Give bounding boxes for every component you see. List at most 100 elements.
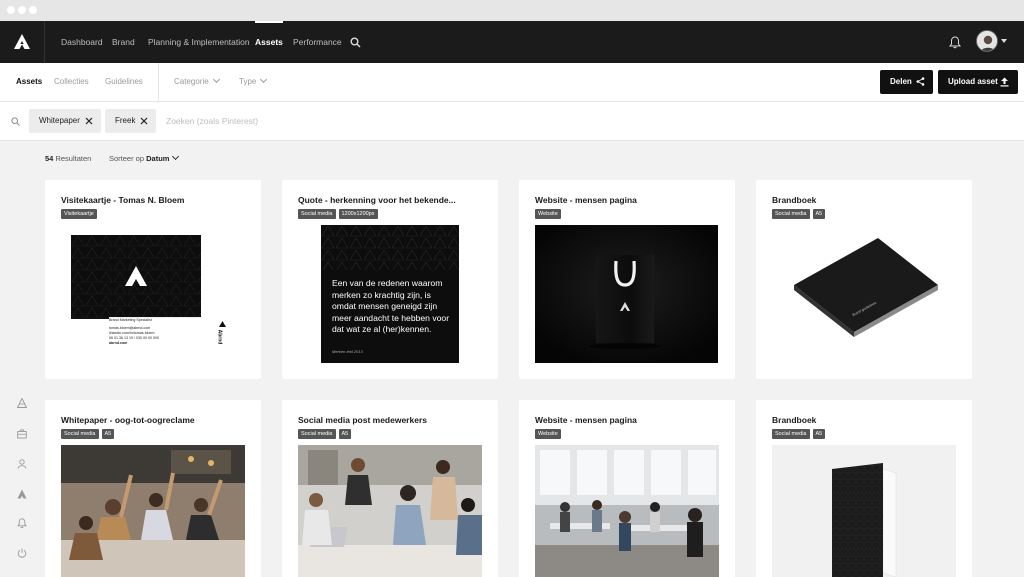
- business-card-brand: Abrnd: [216, 321, 228, 345]
- tag: Website: [535, 209, 561, 219]
- asset-card[interactable]: Brandboek Social media A5 Brand guidelin…: [756, 180, 972, 379]
- card-title: Quote - herkenning voor het bekende...: [298, 195, 456, 205]
- chevron-down-icon: [212, 75, 220, 84]
- team-celebrating-photo: [61, 445, 245, 577]
- quote-text: Een van de redenen waarom merken zo krac…: [332, 278, 450, 335]
- brand-icon[interactable]: [17, 398, 27, 408]
- tag: 1200x1200px: [338, 209, 378, 219]
- filter-chip-freek: Freek: [105, 109, 156, 133]
- bell-icon[interactable]: [17, 518, 27, 528]
- quote-source: Merken leid 2013: [332, 349, 363, 354]
- card-title: Website - mensen pagina: [535, 195, 637, 205]
- business-card-back: Brand Marketing Specialist tomas.bloem@a…: [109, 317, 201, 350]
- sort-dropdown[interactable]: Sorteer op Datum: [109, 152, 180, 163]
- filter-chip-whitepaper: Whitepaper: [29, 109, 101, 133]
- tag: A5: [812, 209, 826, 219]
- card-tags: Social media A5: [772, 429, 826, 439]
- power-icon[interactable]: [17, 548, 27, 558]
- briefcase-icon[interactable]: [17, 429, 27, 439]
- card-tags: Visitekaartje: [61, 209, 97, 219]
- chevron-down-icon: [172, 152, 180, 161]
- tag: Social media: [61, 429, 99, 439]
- avatar[interactable]: [976, 30, 998, 52]
- close-icon[interactable]: [85, 117, 93, 125]
- tag: A5: [338, 429, 352, 439]
- user-photo-icon: [977, 31, 997, 51]
- type-dropdown[interactable]: Type: [239, 63, 268, 101]
- nav-item-dashboard[interactable]: Dashboard: [61, 21, 103, 63]
- window-dot-icon: [29, 6, 37, 14]
- tag: A5: [812, 429, 826, 439]
- share-icon: [916, 77, 925, 86]
- asset-card[interactable]: Social media post medewerkers Social med…: [282, 400, 498, 577]
- quote-thumbnail: Een van de redenen waarom merken zo krac…: [321, 225, 459, 363]
- chevron-down-icon: [260, 75, 268, 84]
- type-label: Type: [239, 77, 257, 86]
- card-site: abrnd.com: [109, 341, 128, 345]
- nav-divider: [44, 21, 45, 63]
- card-tags: Social media 1200x1200px: [298, 209, 378, 219]
- close-icon[interactable]: [140, 117, 148, 125]
- card-tags: Social media A5: [61, 429, 115, 439]
- pattern-icon: [71, 235, 201, 319]
- shopping-bag-thumbnail: [535, 225, 718, 363]
- sort-value: Datum: [146, 154, 170, 163]
- results-count: 54 Resultaten: [45, 154, 91, 163]
- nav-item-planning[interactable]: Planning & Implementation: [148, 21, 250, 63]
- card-tags: Social media A5: [298, 429, 352, 439]
- results-number: 54: [45, 154, 54, 163]
- asset-card[interactable]: Quote - herkenning voor het bekende... S…: [282, 180, 498, 379]
- search-input[interactable]: [166, 110, 466, 132]
- chip-label: Whitepaper: [39, 116, 80, 125]
- card-role: Brand Marketing Specialist: [109, 318, 152, 322]
- filter-bar: Whitepaper Freek: [0, 102, 1024, 141]
- search-icon: [11, 117, 20, 126]
- share-button[interactable]: Delen: [880, 70, 933, 94]
- team-meeting-photo: [298, 445, 482, 577]
- asset-card[interactable]: Visitekaartje - Tomas N. Bloem Visitekaa…: [45, 180, 261, 379]
- asset-card[interactable]: Brandboek Social media A5: [756, 400, 972, 577]
- tag: A5: [101, 429, 115, 439]
- logo-icon: [219, 321, 226, 327]
- brandbook-thumbnail: [794, 238, 938, 337]
- card-title: Visitekaartje - Tomas N. Bloem: [61, 195, 185, 205]
- bell-icon[interactable]: [949, 36, 961, 49]
- categorie-dropdown[interactable]: Categorie: [174, 63, 220, 101]
- window-dot-icon: [18, 6, 26, 14]
- chevron-down-icon[interactable]: [1001, 39, 1007, 43]
- share-label: Delen: [890, 77, 912, 86]
- user-icon[interactable]: [17, 459, 27, 469]
- brandbook-standing-thumbnail: [772, 445, 956, 577]
- window-dot-icon: [7, 6, 15, 14]
- card-tags: Website: [535, 209, 561, 219]
- tab-collecties[interactable]: Collecties: [54, 63, 89, 101]
- upload-asset-button[interactable]: Upload asset: [938, 70, 1018, 94]
- card-title: Brandboek: [772, 415, 817, 425]
- card-brand-name: Abrnd: [216, 329, 223, 345]
- search-icon[interactable]: [350, 37, 361, 48]
- upload-label: Upload asset: [948, 77, 998, 86]
- business-card-thumbnail: Brand Marketing Specialist tomas.bloem@a…: [71, 235, 236, 350]
- sub-navigation: Assets Collecties Guidelines Categorie T…: [0, 63, 1024, 102]
- card-title: Brandboek: [772, 195, 817, 205]
- tab-assets[interactable]: Assets: [16, 63, 42, 101]
- asset-card[interactable]: Website - mensen pagina Website: [519, 400, 735, 577]
- tab-guidelines[interactable]: Guidelines: [105, 63, 143, 101]
- nav-item-performance[interactable]: Performance: [293, 21, 342, 63]
- categorie-label: Categorie: [174, 77, 209, 86]
- top-navigation: Dashboard Brand Planning & Implementatio…: [0, 21, 1024, 63]
- asset-card[interactable]: Whitepaper - oog-tot-oogreclame Social m…: [45, 400, 261, 577]
- card-title: Social media post medewerkers: [298, 415, 427, 425]
- nav-item-brand[interactable]: Brand: [112, 21, 135, 63]
- nav-item-assets[interactable]: Assets: [255, 21, 283, 63]
- results-label: Resultaten: [55, 154, 92, 163]
- tag: Social media: [772, 429, 810, 439]
- brand-logo-icon[interactable]: [14, 34, 30, 49]
- card-title: Whitepaper - oog-tot-oogreclame: [61, 415, 195, 425]
- tag: Social media: [298, 429, 336, 439]
- sort-label: Sorteer op: [109, 154, 145, 163]
- chip-label: Freek: [115, 116, 136, 125]
- office-photo: [535, 445, 719, 577]
- asset-card[interactable]: Website - mensen pagina Website: [519, 180, 735, 379]
- logo-icon[interactable]: [17, 489, 27, 499]
